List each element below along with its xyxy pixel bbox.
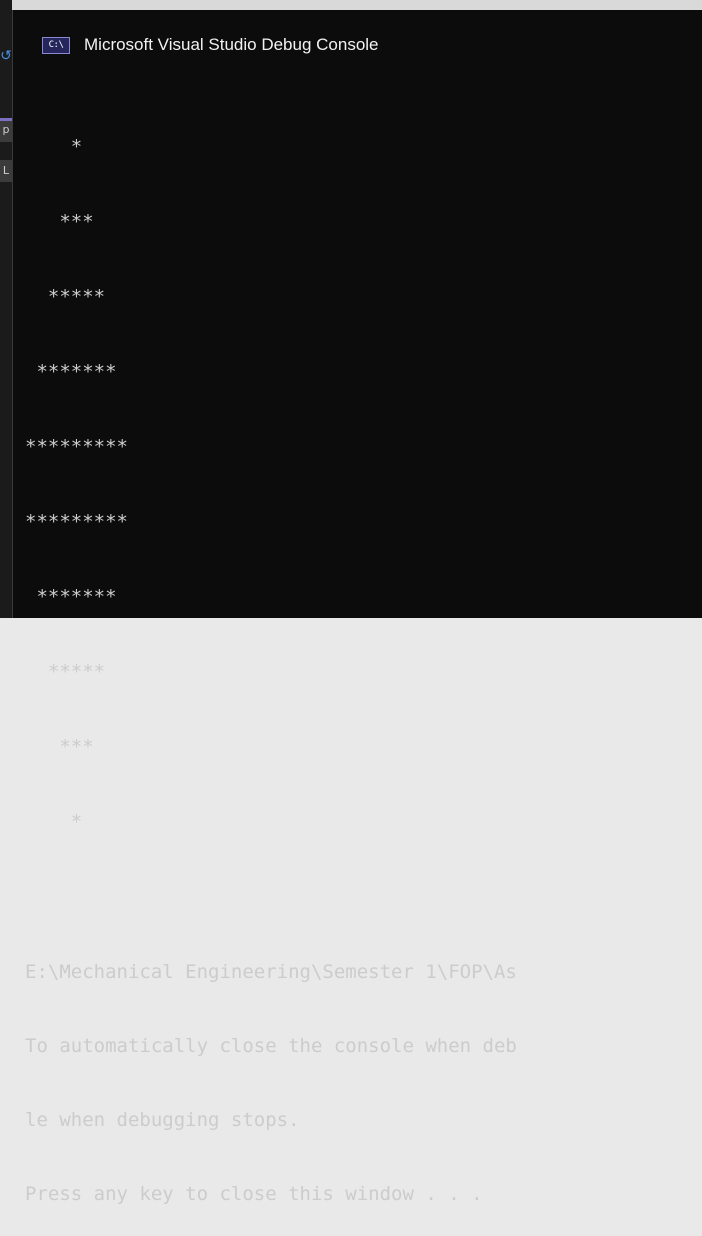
pattern-line: ******* [25,586,117,608]
auto-close-hint-line: To automatically close the console when … [25,1035,517,1057]
auto-close-hint-continued-line: le when debugging stops. [25,1109,300,1131]
pattern-line: * [25,811,83,833]
exe-path-line: E:\Mechanical Engineering\Semester 1\FOP… [25,961,517,983]
pattern-line: ******* [25,361,117,383]
console-app-icon: C:\ [42,36,70,54]
pattern-line: *** [25,736,94,758]
background-ide-strip [0,0,12,618]
console-titlebar[interactable]: C:\ Microsoft Visual Studio Debug Consol… [13,10,702,80]
pattern-line: ***** [25,661,106,683]
press-any-key-line: Press any key to close this window . . . [25,1183,483,1205]
pattern-line: ********* [25,511,128,533]
background-marker-l[interactable]: L [0,160,12,182]
pattern-line: *** [25,211,94,233]
window-title: Microsoft Visual Studio Debug Console [84,35,379,54]
pattern-line: ********* [25,436,128,458]
background-topbar-inner [12,0,702,10]
console-output[interactable]: * *** ***** ******* ********* ********* … [25,88,702,1236]
debug-console-window[interactable]: C:\ Microsoft Visual Studio Debug Consol… [12,10,702,1205]
pattern-line: ***** [25,286,106,308]
background-topbar [0,0,702,10]
back-arrow-icon[interactable]: ↺ [0,42,12,70]
background-marker-p[interactable]: p [0,118,12,142]
pattern-line: * [25,136,83,158]
